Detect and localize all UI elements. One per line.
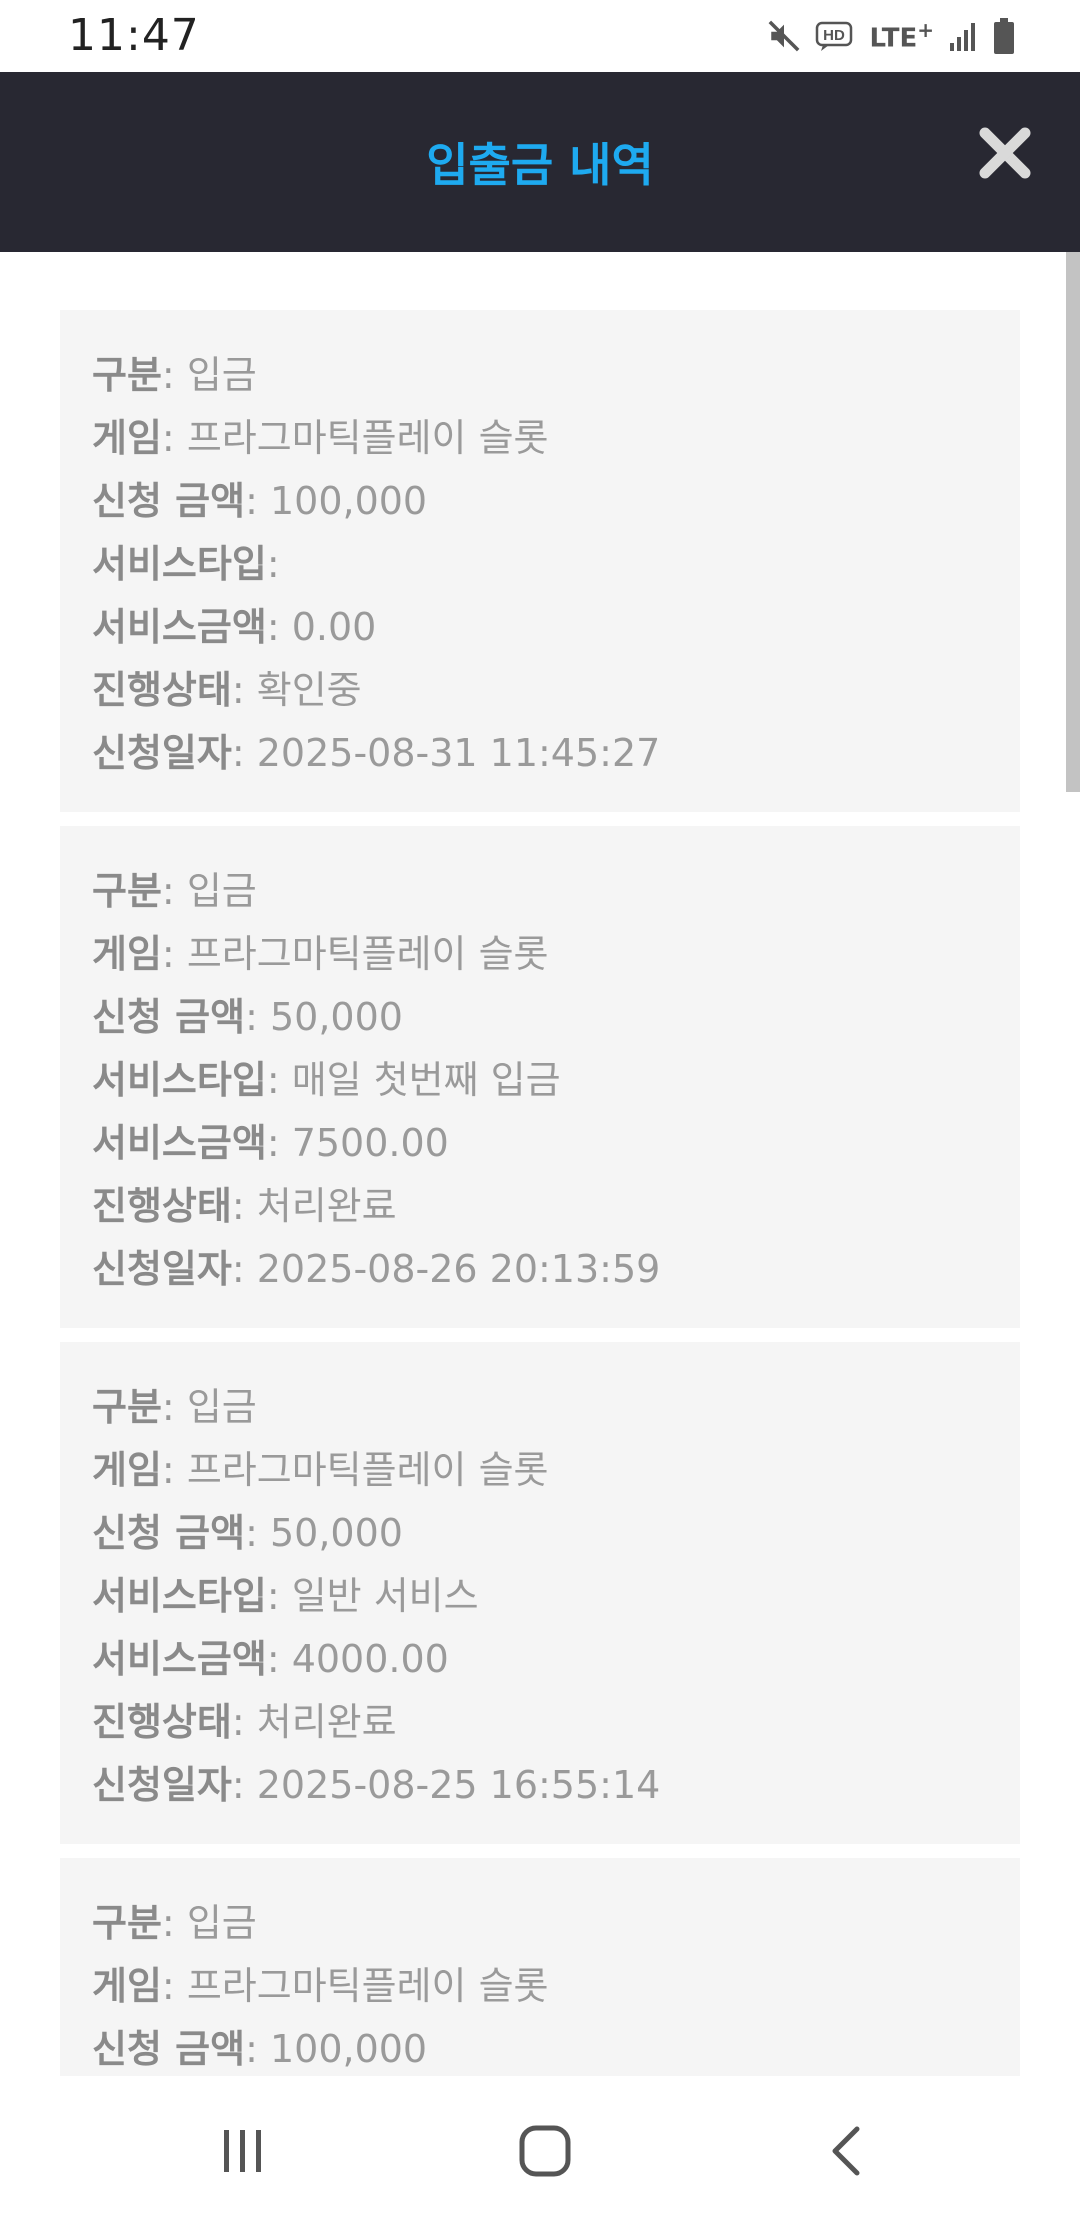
- field-value: 입금: [186, 353, 257, 397]
- lte-plus-icon: LTE+: [869, 18, 934, 54]
- status-bar: 11:47 HD LTE+: [0, 0, 1080, 72]
- service-type-row: 서비스타입: 일반 서비스: [92, 1574, 479, 1618]
- field-label: 신청일자: [92, 731, 232, 775]
- history-card: 구분: 입금 게임: 프라그마틱플레이 슬롯 신청 금액: 50,000 서비스…: [60, 826, 1020, 1328]
- signal-icon: [948, 19, 978, 53]
- field-value: 100,000: [269, 2027, 428, 2071]
- type-row: 구분: 입금: [92, 1901, 257, 1945]
- field-label: 서비스타입: [92, 1058, 267, 1102]
- field-value: 50,000: [269, 995, 403, 1039]
- field-label: 진행상태: [92, 1700, 232, 1744]
- field-label: 서비스금액: [92, 1637, 267, 1681]
- field-value: 2025-08-26 20:13:59: [256, 1247, 661, 1291]
- amount-row: 신청 금액: 50,000: [92, 995, 403, 1039]
- field-label: 구분: [92, 353, 162, 397]
- scrollbar[interactable]: [1066, 252, 1080, 792]
- service-amount-row: 서비스금액: 4000.00: [92, 1637, 449, 1681]
- field-value: 100,000: [269, 479, 428, 523]
- field-value: 입금: [186, 869, 257, 913]
- history-card: 구분: 입금 게임: 프라그마틱플레이 슬롯 신청 금액: 100,000 서비…: [60, 310, 1020, 812]
- history-card: 구분: 입금 게임: 프라그마틱플레이 슬롯 신청 금액: 100,000: [60, 1858, 1020, 2076]
- service-type-row: 서비스타입:: [92, 542, 280, 586]
- status-row: 진행상태: 처리완료: [92, 1700, 397, 1744]
- system-nav-bar: [0, 2076, 1080, 2220]
- history-list[interactable]: 구분: 입금 게임: 프라그마틱플레이 슬롯 신청 금액: 100,000 서비…: [0, 252, 1080, 2076]
- service-type-row: 서비스타입: 매일 첫번째 입금: [92, 1058, 561, 1102]
- field-label: 게임: [92, 1448, 162, 1492]
- field-label: 게임: [92, 932, 162, 976]
- type-row: 구분: 입금: [92, 353, 257, 397]
- hd-voice-icon: HD: [815, 19, 855, 53]
- status-row: 진행상태: 처리완료: [92, 1184, 397, 1228]
- home-button[interactable]: [505, 2116, 585, 2186]
- field-value: 매일 첫번째 입금: [291, 1058, 561, 1102]
- field-value: 입금: [186, 1385, 257, 1429]
- field-label: 서비스금액: [92, 605, 267, 649]
- amount-row: 신청 금액: 100,000: [92, 479, 428, 523]
- field-label: 게임: [92, 1964, 162, 2008]
- app-header: 입출금 내역: [0, 72, 1080, 252]
- field-value: 0.00: [291, 605, 377, 649]
- field-label: 구분: [92, 1385, 162, 1429]
- field-label: 신청 금액: [92, 479, 246, 523]
- date-row: 신청일자: 2025-08-31 11:45:27: [92, 731, 661, 775]
- recent-apps-button[interactable]: [203, 2116, 283, 2186]
- status-icons: HD LTE+: [767, 14, 1016, 58]
- back-button[interactable]: [808, 2116, 888, 2186]
- battery-icon: [992, 17, 1016, 55]
- field-label: 진행상태: [92, 1184, 232, 1228]
- close-button[interactable]: [970, 118, 1040, 188]
- field-value: 4000.00: [291, 1637, 449, 1681]
- mute-icon: [767, 19, 801, 53]
- field-value: 입금: [186, 1901, 257, 1945]
- game-row: 게임: 프라그마틱플레이 슬롯: [92, 416, 549, 460]
- field-value: 2025-08-25 16:55:14: [256, 1763, 661, 1807]
- field-label: 게임: [92, 416, 162, 460]
- field-value: 50,000: [269, 1511, 403, 1555]
- field-label: 신청 금액: [92, 995, 246, 1039]
- type-row: 구분: 입금: [92, 869, 257, 913]
- field-value: 프라그마틱플레이 슬롯: [186, 1964, 549, 2008]
- date-row: 신청일자: 2025-08-26 20:13:59: [92, 1247, 661, 1291]
- history-card: 구분: 입금 게임: 프라그마틱플레이 슬롯 신청 금액: 50,000 서비스…: [60, 1342, 1020, 1844]
- field-label: 서비스타입: [92, 542, 267, 586]
- close-icon: [979, 127, 1031, 179]
- field-label: 신청일자: [92, 1247, 232, 1291]
- field-value: 처리완료: [256, 1184, 397, 1228]
- field-value: 프라그마틱플레이 슬롯: [186, 1448, 549, 1492]
- back-icon: [832, 2126, 860, 2176]
- recent-apps-icon: [224, 2130, 261, 2172]
- field-value: 2025-08-31 11:45:27: [256, 731, 661, 775]
- amount-row: 신청 금액: 50,000: [92, 1511, 403, 1555]
- game-row: 게임: 프라그마틱플레이 슬롯: [92, 1964, 549, 2008]
- field-value: 확인중: [256, 668, 362, 712]
- field-label: 신청 금액: [92, 1511, 246, 1555]
- date-row: 신청일자: 2025-08-25 16:55:14: [92, 1763, 661, 1807]
- field-value: 프라그마틱플레이 슬롯: [186, 932, 549, 976]
- status-row: 진행상태: 확인중: [92, 668, 362, 712]
- field-value: 처리완료: [256, 1700, 397, 1744]
- game-row: 게임: 프라그마틱플레이 슬롯: [92, 932, 549, 976]
- field-label: 신청 금액: [92, 2027, 246, 2071]
- field-label: 진행상태: [92, 668, 232, 712]
- field-label: 신청일자: [92, 1763, 232, 1807]
- type-row: 구분: 입금: [92, 1385, 257, 1429]
- service-amount-row: 서비스금액: 7500.00: [92, 1121, 449, 1165]
- field-label: 서비스금액: [92, 1121, 267, 1165]
- amount-row: 신청 금액: 100,000: [92, 2027, 428, 2071]
- field-value: 프라그마틱플레이 슬롯: [186, 416, 549, 460]
- svg-text:HD: HD: [824, 27, 846, 44]
- home-icon: [519, 2125, 571, 2177]
- game-row: 게임: 프라그마틱플레이 슬롯: [92, 1448, 549, 1492]
- field-label: 구분: [92, 869, 162, 913]
- service-amount-row: 서비스금액: 0.00: [92, 605, 377, 649]
- field-label: 구분: [92, 1901, 162, 1945]
- field-value: 일반 서비스: [291, 1574, 479, 1618]
- field-value: 7500.00: [291, 1121, 449, 1165]
- status-time: 11:47: [68, 10, 200, 61]
- page-title: 입출금 내역: [426, 138, 654, 192]
- field-label: 서비스타입: [92, 1574, 267, 1618]
